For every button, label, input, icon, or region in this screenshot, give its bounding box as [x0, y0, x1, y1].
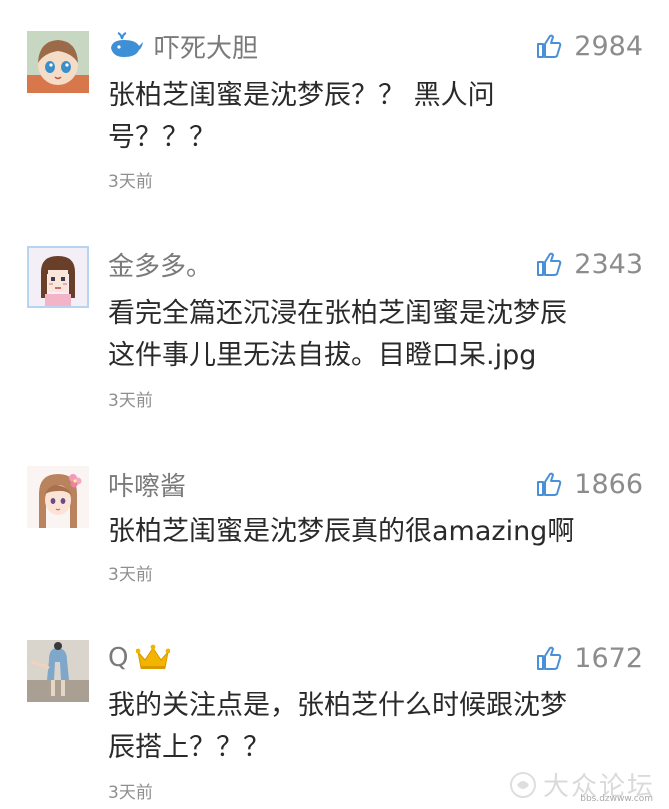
comment-line: 看完全篇还沉浸在张柏芝闺蜜是沈梦辰 [108, 298, 567, 329]
timestamp: 3天前 [108, 565, 153, 585]
avatar[interactable] [27, 31, 89, 93]
thumbs-up-icon [537, 646, 562, 670]
comment-line: 我的关注点是，张柏芝什么时候跟沈梦 [108, 690, 567, 721]
thumbs-up-icon [537, 34, 562, 58]
comment-text: 我的关注点是，张柏芝什么时候跟沈梦 辰搭上？？？ [108, 685, 648, 769]
comment-text: 看完全篇还沉浸在张柏芝闺蜜是沈梦辰 这件事儿里无法自拔。目瞪口呆.jpg [108, 293, 648, 377]
username[interactable]: Q [108, 643, 128, 673]
avatar[interactable] [27, 640, 89, 702]
timestamp: 3天前 [108, 172, 153, 192]
like-button[interactable]: 2984 [536, 26, 643, 66]
timestamp: 3天前 [108, 783, 153, 803]
watermark-url: bbs.dzwww.com [580, 794, 653, 804]
name-row: 吓死大胆 [108, 26, 258, 66]
comment-line: 张柏芝闺蜜是沈梦辰？？ 黑人问 [108, 80, 495, 111]
like-count: 2984 [574, 30, 643, 62]
name-row: 咔嚓酱 [108, 464, 186, 504]
name-row: 金多多。 [108, 244, 212, 284]
thumbs-up-icon [537, 472, 562, 496]
whale-icon [108, 32, 144, 60]
like-button[interactable]: 1866 [536, 464, 643, 504]
comment-line: 辰搭上？？？ [108, 732, 270, 763]
like-count: 1866 [574, 468, 643, 500]
comment-text: 张柏芝闺蜜是沈梦辰真的很amazing啊 [108, 511, 648, 553]
like-button[interactable]: 1672 [536, 638, 643, 678]
thumbs-up-icon [537, 252, 562, 276]
username[interactable]: 金多多。 [108, 246, 212, 283]
username[interactable]: 吓死大胆 [154, 28, 258, 65]
crown-icon [136, 644, 171, 672]
name-row: Q [108, 638, 171, 678]
comment-line: 这件事儿里无法自拔。目瞪口呆.jpg [108, 340, 537, 371]
watermark-logo-icon [509, 771, 536, 798]
avatar[interactable] [27, 246, 89, 308]
like-count: 1672 [574, 642, 643, 674]
comment-line: 张柏芝闺蜜是沈梦辰真的很amazing啊 [108, 516, 575, 547]
avatar[interactable] [27, 466, 89, 528]
comment-text: 张柏芝闺蜜是沈梦辰？？ 黑人问 号？？？ [108, 75, 648, 159]
username[interactable]: 咔嚓酱 [108, 466, 186, 503]
like-count: 2343 [574, 248, 643, 280]
comment-line: 号？？？ [108, 122, 216, 153]
like-button[interactable]: 2343 [536, 244, 643, 284]
timestamp: 3天前 [108, 391, 153, 411]
